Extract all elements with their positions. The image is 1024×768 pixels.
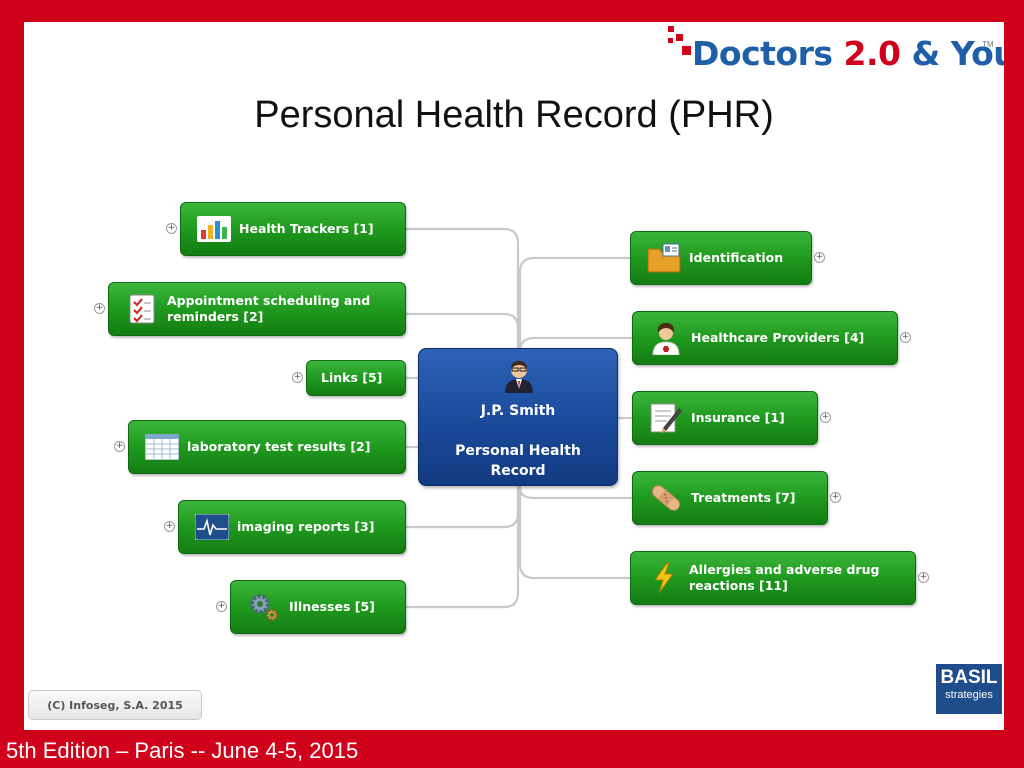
slide: Doctors 2.0 & You TM Personal Health Rec… [24, 22, 1004, 730]
node-appointment-scheduling[interactable]: Appointment scheduling and reminders [2] [108, 282, 406, 336]
copyright-notice: (C) Infoseg, S.A. 2015 [28, 690, 202, 720]
node-insurance[interactable]: Insurance [1] [632, 391, 818, 445]
document-pen-icon [649, 403, 683, 433]
node-label: Healthcare Providers [4] [691, 330, 865, 345]
bar-chart-icon [197, 214, 231, 244]
expand-node-links[interactable]: + [292, 372, 303, 383]
expand-node-identification[interactable]: + [814, 252, 825, 263]
expand-node-allergies[interactable]: + [918, 572, 929, 583]
expand-node-illnesses[interactable]: + [216, 601, 227, 612]
node-label: Insurance [1] [691, 410, 785, 425]
checklist-icon [125, 294, 159, 324]
node-label: Health Trackers [1] [239, 221, 374, 236]
ecg-monitor-icon [195, 512, 229, 542]
node-health-trackers[interactable]: Health Trackers [1] [180, 202, 406, 256]
doctor-avatar-icon [503, 359, 535, 393]
node-identification[interactable]: Identification [630, 231, 812, 285]
central-node-personal-health-record[interactable]: J.P. Smith Personal Health Record [418, 348, 618, 486]
node-label: Appointment scheduling and reminders [2] [167, 293, 371, 324]
spreadsheet-icon [145, 432, 179, 462]
node-label: Allergies and adverse drug reactions [11… [689, 562, 880, 593]
node-label: laboratory test results [2] [187, 439, 371, 454]
gears-icon [247, 592, 281, 622]
node-label: Illnesses [5] [289, 599, 375, 614]
footer-edition-text: 5th Edition – Paris -- June 4-5, 2015 [6, 738, 359, 763]
node-allergies[interactable]: Allergies and adverse drug reactions [11… [630, 551, 916, 605]
node-laboratory-test-results[interactable]: laboratory test results [2] [128, 420, 406, 474]
basil-logo-line1: BASIL [940, 667, 998, 688]
node-label: imaging reports [3] [237, 519, 375, 534]
basil-strategies-logo: BASIL strategies [936, 664, 1002, 714]
expand-node-treatments[interactable]: + [830, 492, 841, 503]
lightning-icon [647, 562, 681, 594]
expand-node-healthcare-providers[interactable]: + [900, 332, 911, 343]
node-links[interactable]: Links [5] [306, 360, 406, 396]
node-label: Treatments [7] [691, 490, 796, 505]
node-imaging-reports[interactable]: imaging reports [3] [178, 500, 406, 554]
node-healthcare-providers[interactable]: Healthcare Providers [4] [632, 311, 898, 365]
expand-node-appointment-scheduling[interactable]: + [94, 303, 105, 314]
expand-node-health-trackers[interactable]: + [166, 223, 177, 234]
node-label: Links [5] [321, 370, 383, 385]
central-node-title: Personal Health Record [455, 443, 581, 479]
nurse-icon [649, 323, 683, 355]
expand-node-insurance[interactable]: + [820, 412, 831, 423]
node-illnesses[interactable]: Illnesses [5] [230, 580, 406, 634]
id-folder-icon [647, 243, 681, 273]
expand-node-imaging-reports[interactable]: + [164, 521, 175, 532]
node-label: Identification [689, 250, 784, 265]
node-treatments[interactable]: Treatments [7] [632, 471, 828, 525]
patient-name: J.P. Smith [480, 403, 556, 419]
basil-logo-line2: strategies [945, 689, 993, 701]
bandage-icon [649, 483, 683, 513]
expand-node-laboratory-test-results[interactable]: + [114, 441, 125, 452]
